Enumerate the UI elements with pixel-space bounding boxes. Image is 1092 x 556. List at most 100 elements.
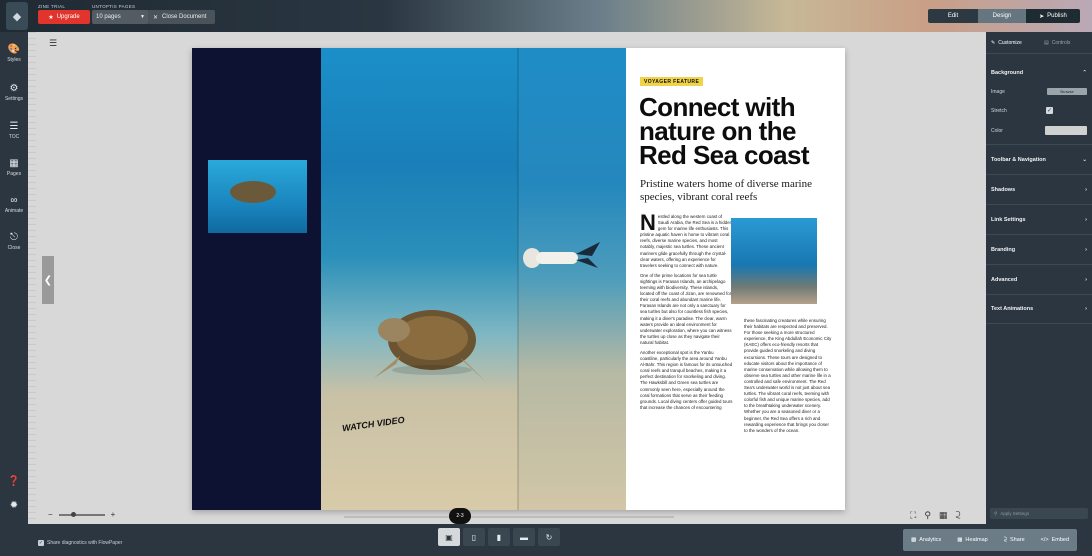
pages-dropdown[interactable]: 10 pages ▼ (92, 10, 149, 24)
navy-background (192, 48, 321, 510)
article-headline[interactable]: Connect with nature on the Red Sea coast (639, 94, 839, 168)
section-branding[interactable]: Branding › (986, 234, 1092, 264)
chevron-up-icon: ⌃ (1082, 70, 1087, 76)
search-icon[interactable]: ⚲ (924, 510, 931, 521)
mode-edit-button[interactable]: Edit (928, 9, 978, 23)
embed-button[interactable]: </> Embed (1033, 529, 1077, 551)
landscape-icon: ▬ (520, 532, 528, 542)
small-turtle-shape (230, 181, 276, 203)
zoom-out-icon[interactable]: − (48, 510, 53, 519)
previous-page-button[interactable]: ❮ (42, 256, 54, 304)
zoom-slider[interactable] (58, 511, 105, 517)
upgrade-label: Upgrade (56, 14, 80, 20)
zoom-control: − + (48, 510, 115, 519)
rotate-icon: ↻ (545, 532, 553, 542)
send-icon: ➤ (1039, 13, 1045, 20)
section-label: Text Animations (991, 306, 1034, 312)
grid-icon: ▦ (9, 158, 19, 169)
chart-icon: ▩ (911, 537, 917, 543)
zoom-slider-knob[interactable] (70, 511, 76, 517)
close-document-button[interactable]: ✕ Close Document (148, 10, 215, 24)
pages-group: UNTOPTIS PAGES 10 pages ▼ (92, 4, 149, 24)
diagnostics-toggle[interactable]: ✓ Share diagnostics with FlowPaper (38, 540, 122, 546)
page-scrubber[interactable] (344, 516, 674, 518)
help-button[interactable]: ❓ (0, 476, 28, 488)
publish-button[interactable]: ➤ Publish (1026, 9, 1080, 23)
menu-icon[interactable]: ☰ (49, 38, 57, 49)
mode-design-button[interactable]: Design (978, 9, 1026, 23)
share-icon[interactable]: ⫈ (955, 510, 960, 521)
search-placeholder: Apply Settings (1000, 511, 1030, 516)
tablet-icon: ▯ (471, 532, 477, 542)
mode-switch: Edit Design ➤ Publish (928, 9, 1080, 23)
article-subhead[interactable]: Pristine waters home of diverse marine s… (640, 178, 840, 204)
heatmap-label: Heatmap (965, 537, 988, 543)
underwater-photo-right[interactable] (518, 48, 626, 510)
analytics-button[interactable]: ▩ Analytics (903, 529, 949, 551)
bug-icon: ✹ (9, 500, 19, 511)
sidebar-item-settings[interactable]: ⚙ Settings (0, 83, 28, 102)
color-swatch[interactable] (1045, 126, 1087, 135)
chevron-right-icon: › (1085, 216, 1087, 223)
paragraph: Nestled along the western coast of Saudi… (640, 212, 733, 269)
browse-button[interactable]: Browse (1047, 88, 1087, 95)
page-number-badge[interactable]: 2-3 (449, 508, 471, 524)
settings-search-input[interactable]: ⚲ Apply Settings (990, 508, 1088, 519)
diver-illustration (523, 242, 600, 268)
section-background[interactable]: Background ⌃ (986, 58, 1092, 88)
close-document-label: Close Document (162, 14, 207, 20)
section-link-settings[interactable]: Link Settings › (986, 204, 1092, 234)
bottom-actions: ▩ Analytics ▦ Heatmap ⫈ Share </> Embed (903, 529, 1078, 551)
editor-canvas: ☰ ❮ WATCH VIDEO VOYAGER FEATURE Connect … (28, 32, 986, 524)
panel-tabs: ✎ Customize ▤ Controls (986, 32, 1092, 54)
diagnostics-checkbox[interactable]: ✓ (38, 540, 44, 546)
left-sidebar: 🎨 Styles ⚙ Settings ☰ TOC ▦ Pages ∞ Anim… (0, 32, 28, 524)
desktop-preview-button[interactable]: ▣ (438, 528, 460, 546)
section-toolbar-navigation[interactable]: Toolbar & Navigation ⌄ (986, 144, 1092, 174)
tablet-preview-button[interactable]: ▯ (463, 528, 485, 546)
section-advanced[interactable]: Advanced › (986, 264, 1092, 294)
background-image-row: Image Browse (991, 88, 1087, 95)
link-icon: ∞ (10, 195, 18, 206)
page-left[interactable]: WATCH VIDEO (192, 48, 518, 510)
paragraph: One of the prime locations for sea turtl… (640, 272, 732, 345)
publish-label: Publish (1047, 13, 1067, 19)
vertical-ruler (28, 32, 36, 524)
rotate-preview-button[interactable]: ↻ (538, 528, 560, 546)
phone-icon: ▮ (496, 532, 502, 542)
sidebar-item-pages[interactable]: ▦ Pages (0, 158, 28, 177)
upgrade-button[interactable]: ★ Upgrade (38, 10, 90, 24)
caret-down-icon: ▼ (140, 14, 145, 20)
feature-tag[interactable]: VOYAGER FEATURE (640, 77, 704, 86)
sidebar-item-label: Animate (4, 208, 24, 214)
tab-controls[interactable]: ▤ Controls (1039, 32, 1092, 53)
section-text-animations[interactable]: Text Animations › (986, 294, 1092, 324)
app-logo[interactable]: ◆ (6, 2, 28, 30)
share-button[interactable]: ⫈ Share (996, 529, 1033, 551)
diver-inset-photo[interactable] (731, 218, 817, 304)
sidebar-item-close[interactable]: ⎋ Close (0, 232, 28, 251)
heatmap-icon: ▦ (957, 537, 963, 543)
article-column-1[interactable]: Nestled along the western coast of Saudi… (640, 212, 733, 415)
stretch-checkbox[interactable]: ✓ (1046, 107, 1053, 114)
heatmap-button[interactable]: ▦ Heatmap (949, 529, 996, 551)
thumbnails-icon[interactable]: ▦ (939, 510, 948, 521)
pages-value: 10 pages (96, 14, 121, 20)
bug-button[interactable]: ✹ (0, 500, 28, 512)
document-spread[interactable]: WATCH VIDEO VOYAGER FEATURE Connect with… (192, 48, 845, 510)
article-column-2[interactable]: these fascinating creatures while ensuri… (744, 318, 832, 438)
landscape-preview-button[interactable]: ▬ (513, 528, 535, 546)
tab-customize[interactable]: ✎ Customize (986, 32, 1039, 53)
sidebar-item-styles[interactable]: 🎨 Styles (0, 44, 28, 63)
list-icon: ☰ (9, 121, 19, 132)
sidebar-item-toc[interactable]: ☰ TOC (0, 121, 28, 140)
sidebar-item-animate[interactable]: ∞ Animate (0, 195, 28, 214)
fullscreen-icon[interactable]: ⛶ (910, 510, 916, 521)
section-shadows[interactable]: Shadows › (986, 174, 1092, 204)
paragraph: these fascinating creatures while ensuri… (744, 318, 832, 433)
phone-preview-button[interactable]: ▮ (488, 528, 510, 546)
zoom-in-icon[interactable]: + (111, 510, 116, 519)
exit-icon: ⎋ (10, 232, 18, 243)
palette-icon: 🎨 (7, 44, 21, 55)
brush-icon: ✎ (991, 39, 996, 46)
